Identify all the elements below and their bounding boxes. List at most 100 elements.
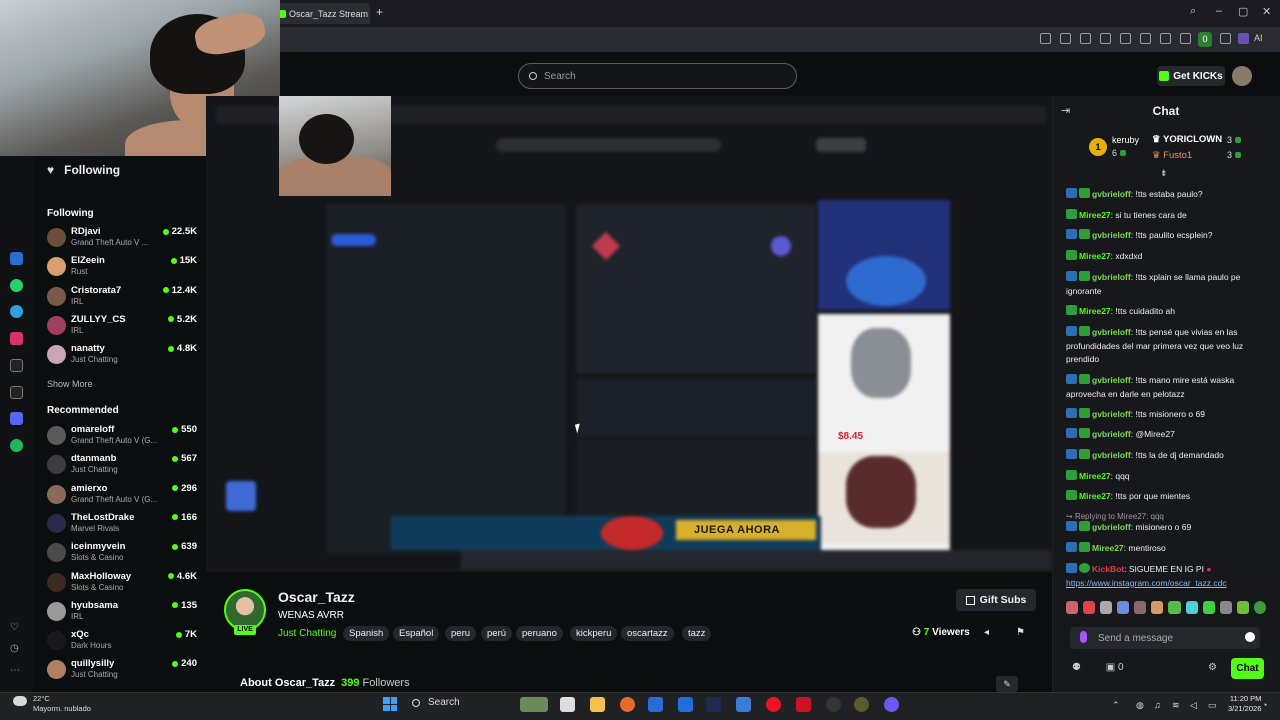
ai-button[interactable]: AI	[1254, 33, 1263, 43]
heart-icon[interactable]	[1140, 33, 1151, 44]
maximize-icon[interactable]: ▢	[1238, 5, 1248, 18]
search-input[interactable]: Search	[518, 63, 797, 89]
file-explorer-icon[interactable]	[590, 697, 605, 712]
channel-name[interactable]: Oscar_Tazz	[278, 589, 355, 605]
instagram-icon[interactable]	[10, 332, 23, 345]
wps-icon[interactable]	[796, 697, 811, 712]
sidebar-settings-icon[interactable]: ⋯	[10, 665, 20, 676]
report-flag-icon[interactable]: ⚑	[1016, 627, 1025, 638]
following-header[interactable]: ♥ Following	[47, 163, 120, 177]
chat-username[interactable]: gvbrieloff	[1092, 429, 1131, 439]
instagram-link[interactable]: https://www.instagram.com/oscar_tazz.cdc	[1066, 578, 1227, 588]
stream-tag[interactable]: perú	[481, 626, 513, 641]
chat-message-after-reply[interactable]: Miree27: mentiroso	[1066, 542, 1262, 556]
extension-icon[interactable]	[1100, 33, 1111, 44]
stream-category[interactable]: Just Chatting	[278, 628, 336, 639]
share-icon[interactable]: ◂	[984, 627, 989, 638]
chat-username[interactable]: gvbrieloff	[1092, 409, 1131, 419]
emote-icon[interactable]	[1219, 601, 1232, 614]
gift-subs-button[interactable]: Gift Subs	[956, 589, 1036, 611]
play-icon[interactable]	[1120, 33, 1131, 44]
cube-icon[interactable]	[1220, 33, 1231, 44]
show-more-button[interactable]: Show More	[47, 379, 93, 389]
emote-icon[interactable]	[1134, 601, 1147, 614]
copilot-icon[interactable]	[620, 697, 635, 712]
whatsapp-icon[interactable]	[10, 279, 23, 292]
chat-username[interactable]: gvbrieloff	[1092, 327, 1131, 337]
sidebar-channel-maxholloway[interactable]: MaxHolloway Slots & Casino 4.6K	[47, 571, 197, 599]
emote-icon[interactable]	[1117, 601, 1130, 614]
chat-message-kickbot[interactable]: KickBot: SIGUEME EN IG PI ● https://www.…	[1066, 563, 1262, 590]
edit-pencil-icon[interactable]: ✎	[996, 676, 1018, 692]
sidebar-channel-elzeein[interactable]: ElZeein Rust 15K	[47, 255, 197, 283]
emote-icon[interactable]	[1185, 601, 1198, 614]
dropbox-icon[interactable]	[678, 697, 693, 712]
edit-icon[interactable]	[1040, 33, 1051, 44]
github-icon[interactable]	[826, 697, 841, 712]
points-icon[interactable]: ⚉	[1072, 662, 1081, 673]
tiktok-icon[interactable]	[10, 359, 23, 372]
chat-username[interactable]: gvbrieloff	[1092, 375, 1131, 385]
emote-icon[interactable]	[1202, 601, 1215, 614]
emote-icon[interactable]	[1083, 601, 1096, 614]
download-icon[interactable]	[1160, 33, 1171, 44]
microphone-icon[interactable]	[1080, 631, 1087, 643]
chat-username[interactable]: gvbrieloff	[1092, 272, 1131, 282]
sidebar-channel-zullyy_cs[interactable]: ZULLYY_CS IRL 5.2K	[47, 314, 197, 342]
emote-icon[interactable]	[1168, 601, 1181, 614]
sidebar-channel-dtanmanb[interactable]: dtanmanb Just Chatting 567	[47, 453, 197, 481]
calendar-app-icon[interactable]	[10, 252, 23, 265]
chat-message[interactable]: Miree27: si tu tienes cara de	[1066, 209, 1262, 223]
menu-icon[interactable]	[1180, 33, 1191, 44]
chat-message[interactable]: gvbrieloff: !tts paulito ecsplein?	[1066, 229, 1262, 243]
chat-username[interactable]: gvbrieloff	[1092, 189, 1131, 199]
send-chat-button[interactable]: Chat	[1231, 658, 1264, 679]
get-kicks-button[interactable]: Get KICKs	[1157, 66, 1225, 86]
photoshop-icon[interactable]	[706, 697, 721, 712]
sidebar-channel-cristorata7[interactable]: Cristorata7 IRL 12.4K	[47, 285, 197, 313]
network-icon[interactable]: ◍	[1136, 700, 1144, 711]
chat-username[interactable]: Miree27	[1079, 210, 1111, 220]
sidebar-channel-omareloff[interactable]: omareloff Grand Theft Auto V (G... 550	[47, 424, 197, 452]
browser-search-icon[interactable]: ⌕	[1190, 5, 1196, 18]
extension-badge[interactable]: 0	[1198, 32, 1212, 47]
chat-message[interactable]: Miree27: xdxdxd	[1066, 250, 1262, 264]
volume-icon[interactable]: ◁	[1190, 700, 1197, 711]
chat-username[interactable]: Miree27	[1079, 471, 1111, 481]
weather-widget[interactable]: 22°C Mayorm. nublado	[13, 694, 91, 714]
chat-username[interactable]: Miree27	[1079, 491, 1111, 501]
wifi-icon[interactable]: ≋	[1172, 700, 1180, 711]
sidebar-channel-rdjavi[interactable]: RDjavi Grand Theft Auto V ... 22.5K	[47, 226, 197, 254]
sidebar-channel-thelostdrake[interactable]: TheLostDrake Marvel Rivals 166	[47, 512, 197, 540]
profile-icon[interactable]	[1238, 33, 1249, 44]
telegram-icon[interactable]	[10, 305, 23, 318]
sidebar-channel-amierxo[interactable]: amierxo Grand Theft Auto V (G... 296	[47, 483, 197, 511]
chat-message[interactable]: gvbrieloff: !tts pensé que vivias en las…	[1066, 326, 1262, 367]
favorites-heart-icon[interactable]: ♡	[10, 622, 19, 633]
chat-username[interactable]: Miree27	[1079, 306, 1111, 316]
stream-tag[interactable]: Español	[393, 626, 440, 641]
chat-message[interactable]: Miree27: !tts por que mientes	[1066, 490, 1262, 504]
discord-icon[interactable]	[10, 412, 23, 425]
close-window-icon[interactable]: ✕	[1262, 5, 1271, 18]
mic-tray-icon[interactable]: ♫	[1154, 700, 1161, 710]
history-clock-icon[interactable]: ◷	[10, 643, 19, 654]
chat-username[interactable]: gvbrieloff	[1092, 450, 1131, 460]
store-icon[interactable]	[648, 697, 663, 712]
chat-message[interactable]: Miree27: !tts cuidadito ah	[1066, 305, 1262, 319]
sidebar-channel-nanatty[interactable]: nanatty Just Chatting 4.8K	[47, 343, 197, 371]
chat-username[interactable]: Miree27	[1079, 251, 1111, 261]
battery-icon[interactable]: ▭	[1208, 700, 1217, 711]
game-app-icon[interactable]	[520, 697, 548, 712]
chat-message[interactable]: gvbrieloff: !tts xplain se llama paulo p…	[1066, 271, 1262, 298]
sidebar-channel-iceinmyvein[interactable]: iceinmyvein Slots & Casino 639	[47, 541, 197, 569]
emote-icon[interactable]	[1236, 601, 1249, 614]
obs-icon[interactable]	[854, 697, 869, 712]
emote-icon[interactable]	[1100, 601, 1113, 614]
stream-tag[interactable]: oscartazz	[621, 626, 674, 641]
shield-icon[interactable]	[1080, 33, 1091, 44]
new-tab-button[interactable]: +	[376, 5, 383, 19]
chat-username[interactable]: gvbrieloff	[1092, 230, 1131, 240]
emote-icon[interactable]	[1253, 601, 1266, 614]
notification-bell-icon[interactable]: ◔	[1262, 700, 1267, 710]
